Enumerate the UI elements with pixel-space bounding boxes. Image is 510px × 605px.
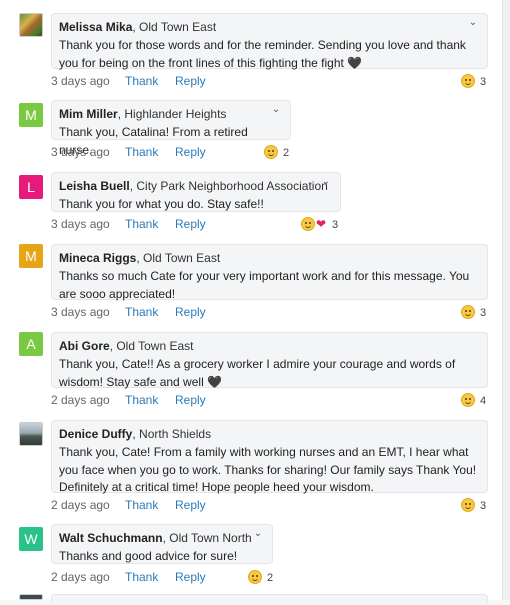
reaction-count: 4 xyxy=(480,394,487,407)
scrollbar[interactable] xyxy=(502,0,510,600)
thank-button[interactable]: Thank xyxy=(125,391,158,409)
thank-button[interactable]: Thank xyxy=(125,496,158,514)
comment-bubble: Denice Duffy, North Shields Thank you, C… xyxy=(51,420,488,494)
avatar[interactable]: M xyxy=(19,103,43,127)
smile-emoji-icon xyxy=(264,144,278,159)
avatar[interactable]: M xyxy=(19,244,43,268)
author-name[interactable]: Walt Schuchmann xyxy=(59,531,163,545)
comment-bubble: Melissa Mika, Old Town East Thank you fo… xyxy=(51,13,488,70)
reply-button[interactable]: Reply xyxy=(175,72,206,90)
comment-actions: 2 days ago Thank Reply 3 xyxy=(51,496,491,514)
comment-bubble: Mineca Riggs, Old Town East Thanks so mu… xyxy=(51,244,488,301)
comment-actions: 3 days ago Thank Reply 2 xyxy=(51,143,311,161)
chevron-down-icon[interactable]: ⌄ xyxy=(320,176,332,188)
timestamp: 3 days ago xyxy=(51,74,110,88)
author-name[interactable]: Melissa Mika xyxy=(59,20,132,34)
reply-button[interactable]: Reply xyxy=(175,568,206,586)
reply-button[interactable]: Reply xyxy=(175,303,206,321)
comment-text: Thank you, Cate!! As a grocery worker I … xyxy=(59,357,456,389)
thank-button[interactable]: Thank xyxy=(125,143,158,161)
neighborhood[interactable]: , Highlander Heights xyxy=(118,107,227,121)
comment-actions: 3 days ago Thank Reply ❤ 3 xyxy=(51,215,351,233)
neighborhood[interactable]: , City Park Neighborhood Association xyxy=(130,179,328,193)
thank-button[interactable]: Thank xyxy=(125,568,158,586)
avatar[interactable] xyxy=(19,422,43,446)
comment-text: Thank you for what you do. Stay safe!! xyxy=(59,197,264,211)
timestamp: 3 days ago xyxy=(51,217,110,231)
avatar[interactable] xyxy=(19,594,43,600)
comment-header: Mim Miller, Highlander Heights xyxy=(59,106,282,123)
comment-bubble: Abi Gore, Old Town East Thank you, Cate!… xyxy=(51,332,488,389)
comment-header: Abi Gore, Old Town East xyxy=(59,338,479,355)
chevron-down-icon[interactable]: ⌄ xyxy=(270,104,282,116)
reaction-count: 3 xyxy=(480,75,487,88)
smile-emoji-icon xyxy=(461,497,475,512)
timestamp: 2 days ago xyxy=(51,393,110,407)
reactions[interactable]: 3 xyxy=(461,72,486,90)
comment-actions: 2 days ago Thank Reply 2 xyxy=(51,568,291,586)
timestamp: 3 days ago xyxy=(51,145,110,159)
comments-panel: Melissa Mika, Old Town East Thank you fo… xyxy=(0,0,502,605)
reply-button[interactable]: Reply xyxy=(175,391,206,409)
reactions[interactable]: 3 xyxy=(461,303,486,321)
comment-header: Mineca Riggs, Old Town East xyxy=(59,250,479,267)
reactions[interactable]: ❤ 3 xyxy=(301,215,338,233)
comment-header: Leisha Buell, City Park Neighborhood Ass… xyxy=(59,178,332,195)
avatar[interactable] xyxy=(19,13,43,37)
reactions[interactable]: 4 xyxy=(461,391,486,409)
neighborhood[interactable]: , Old Town North xyxy=(163,531,252,545)
neighborhood[interactable]: , North Shields xyxy=(132,427,211,441)
comment-text: Thanks so much Cate for your very import… xyxy=(59,269,470,301)
reaction-count: 3 xyxy=(480,499,487,512)
comment-bubble: Mim Miller, Highlander Heights Thank you… xyxy=(51,100,291,157)
comment-header: Walt Schuchmann, Old Town North xyxy=(59,530,264,547)
smile-emoji-icon xyxy=(461,73,475,88)
reactions[interactable]: 2 xyxy=(248,568,273,586)
author-name[interactable]: Leisha Buell xyxy=(59,179,130,193)
chevron-down-icon[interactable]: ⌄ xyxy=(467,17,479,29)
comment-actions: 3 days ago Thank Reply 3 xyxy=(51,303,491,321)
thank-button[interactable]: Thank xyxy=(125,72,158,90)
thank-button[interactable]: Thank xyxy=(125,303,158,321)
comment-header: Denice Duffy, North Shields xyxy=(59,426,479,443)
heart-emoji-icon: ❤ xyxy=(315,216,327,231)
avatar[interactable]: L xyxy=(19,175,43,199)
reply-button[interactable]: Reply xyxy=(175,215,206,233)
smile-emoji-icon xyxy=(461,392,475,407)
author-name[interactable]: Mineca Riggs xyxy=(59,251,136,265)
smile-emoji-icon xyxy=(461,304,475,319)
avatar[interactable]: W xyxy=(19,527,43,551)
smile-emoji-icon xyxy=(301,216,315,231)
comment-text: Thank you, Cate! From a family with work… xyxy=(59,445,477,494)
reactions[interactable]: 3 xyxy=(461,496,486,514)
reply-button[interactable]: Reply xyxy=(175,143,206,161)
comment-bubble: Leisha Buell, City Park Neighborhood Ass… xyxy=(51,172,341,212)
comment-bubble: Walt Schuchmann, Old Town North Thanks a… xyxy=(51,524,273,564)
avatar[interactable]: A xyxy=(19,332,43,356)
comment-text: Thank you for those words and for the re… xyxy=(59,38,466,70)
timestamp: 3 days ago xyxy=(51,305,110,319)
thank-button[interactable]: Thank xyxy=(125,215,158,233)
reply-button[interactable]: Reply xyxy=(175,496,206,514)
author-name[interactable]: Mim Miller xyxy=(59,107,118,121)
timestamp: 2 days ago xyxy=(51,570,110,584)
comment-text: Thanks and good advice for sure! xyxy=(59,549,238,563)
reaction-count: 3 xyxy=(480,306,487,319)
neighborhood[interactable]: , Old Town East xyxy=(110,339,194,353)
chevron-down-icon[interactable]: ⌄ xyxy=(252,528,264,540)
comment-actions: 3 days ago Thank Reply 3 xyxy=(51,72,491,90)
reaction-count: 2 xyxy=(283,146,290,159)
neighborhood[interactable]: , Old Town East xyxy=(132,20,216,34)
smile-emoji-icon xyxy=(248,569,262,584)
reactions[interactable]: 2 xyxy=(264,143,289,161)
author-name[interactable]: Abi Gore xyxy=(59,339,110,353)
timestamp: 2 days ago xyxy=(51,498,110,512)
neighborhood[interactable]: , Old Town East xyxy=(136,251,220,265)
author-name[interactable]: Denice Duffy xyxy=(59,427,132,441)
comment-header: Melissa Mika, Old Town East xyxy=(59,19,479,36)
reaction-count: 3 xyxy=(332,218,339,231)
reaction-count: 2 xyxy=(267,571,274,584)
comment-actions: 2 days ago Thank Reply 4 xyxy=(51,391,491,409)
